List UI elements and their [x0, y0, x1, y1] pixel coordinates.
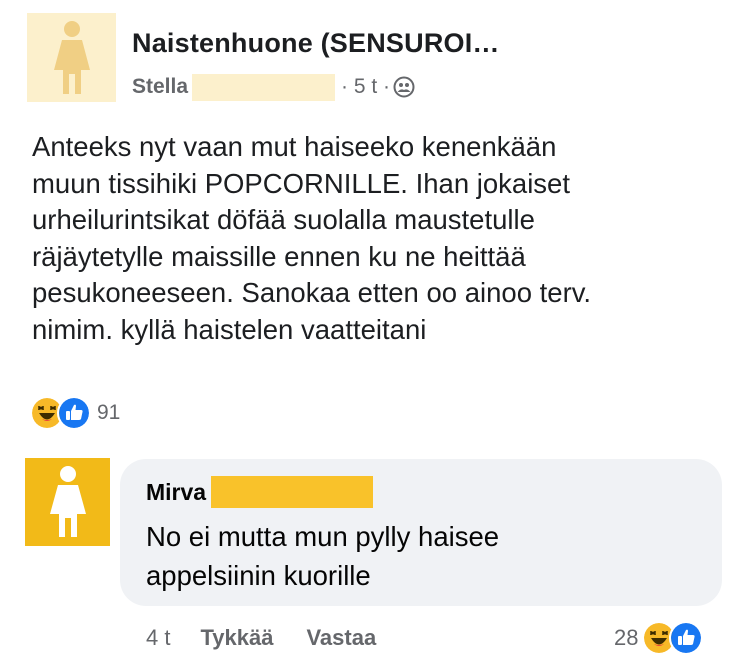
post-body-line: urheilurintsikat döfää suolalla maustetu…: [32, 204, 535, 235]
commenter-name[interactable]: Mirva: [146, 479, 206, 506]
post-author-row: Stella · 5 t ·: [132, 72, 415, 102]
post-body-text: Anteeks nyt vaan mut haiseeko kenenkään …: [32, 129, 732, 348]
post-author-name[interactable]: Stella: [132, 75, 188, 99]
comment-reactions[interactable]: 28: [614, 620, 704, 656]
author-name-redaction: [192, 73, 336, 101]
post-body-line: pesukoneeseen. Sanokaa etten oo ainoo te…: [32, 277, 592, 308]
post-body-line: muun tissihiki POPCORNILLE. Ihan jokaise…: [32, 167, 570, 199]
commenter-row: Mirva: [146, 475, 374, 509]
comment-text: No ei mutta mun pylly haisee appelsiinin…: [146, 517, 706, 595]
post-body-line: räjäytetylle maissille ennen ku ne heitt…: [32, 240, 526, 272]
like-button[interactable]: Tykkää: [200, 625, 273, 651]
commenter-avatar[interactable]: [25, 458, 110, 546]
post-reactions[interactable]: 91: [30, 395, 120, 431]
comment-reaction-count: 28: [614, 625, 639, 650]
like-icon: [57, 396, 91, 430]
post-body-line: Anteeks nyt vaan mut haiseeko kenenkään: [32, 131, 557, 162]
post-meta: · 5 t ·: [341, 75, 415, 99]
comment-time[interactable]: 4 t: [146, 625, 170, 651]
female-figure-icon: [53, 20, 90, 94]
comment-actions: 4 t Tykkää Vastaa: [146, 620, 376, 656]
post-time[interactable]: · 5 t ·: [341, 75, 390, 99]
comment-text-line: appelsiinin kuorille: [146, 560, 371, 591]
group-icon: [393, 76, 415, 98]
like-icon: [669, 621, 704, 655]
group-name[interactable]: Naistenhuone (SENSUROI…: [132, 28, 500, 59]
female-figure-icon: [49, 466, 86, 537]
commenter-name-redaction: [211, 476, 374, 508]
post-body-line: nimim. kyllä haistelen vaatteitani: [32, 313, 427, 345]
reply-button[interactable]: Vastaa: [306, 625, 376, 651]
group-avatar[interactable]: [27, 13, 116, 102]
comment-text-line: No ei mutta mun pylly haisee: [146, 521, 500, 552]
post-reaction-count: 91: [97, 401, 121, 424]
